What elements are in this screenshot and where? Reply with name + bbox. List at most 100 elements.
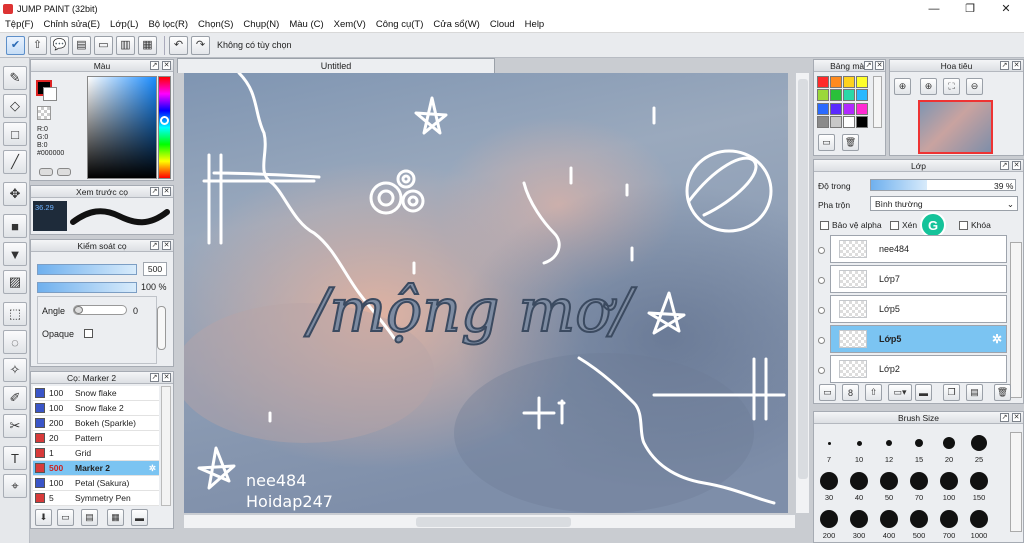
- minimize-button[interactable]: —: [918, 0, 950, 17]
- layer-row[interactable]: Lớp2: [830, 355, 1007, 383]
- palette-swatch[interactable]: [817, 76, 829, 88]
- menu-layer[interactable]: Lớp(L): [105, 19, 143, 30]
- close-button[interactable]: ✕: [990, 0, 1022, 17]
- lasso-select-icon[interactable]: ◌: [3, 330, 27, 354]
- brush-size-dot[interactable]: [850, 472, 868, 490]
- rect-fill-tool-icon[interactable]: ■: [3, 214, 27, 238]
- protect-alpha-option[interactable]: Bảo vệ alpha: [820, 220, 882, 231]
- text-tool-icon[interactable]: T: [3, 446, 27, 470]
- layer-visibility-icon[interactable]: [818, 277, 825, 284]
- brush-item[interactable]: 100 Snow flake: [33, 386, 159, 401]
- menu-tools[interactable]: Công cụ(T): [371, 19, 429, 30]
- palette-swatch[interactable]: [856, 102, 868, 115]
- brush-item[interactable]: 100 Petal (Sakura): [33, 476, 159, 491]
- canvas-horizontal-scrollbar[interactable]: [184, 514, 795, 528]
- palette-swatch[interactable]: [830, 76, 842, 88]
- hue-slider-handle[interactable]: [160, 116, 169, 125]
- magic-wand-icon[interactable]: ✧: [3, 358, 27, 382]
- palette-swatch[interactable]: [830, 115, 842, 128]
- zoom-in-small-icon[interactable]: ⊕: [894, 78, 911, 95]
- new-raster-layer-icon[interactable]: 8: [842, 384, 859, 401]
- blend-mode-select[interactable]: Bình thường ⌄: [870, 196, 1018, 211]
- layer-row-selected[interactable]: Lớp5 ✲: [830, 325, 1007, 353]
- brush-size-dot[interactable]: [915, 439, 923, 447]
- menu-view[interactable]: Xem(V): [329, 19, 371, 30]
- palette-add-icon[interactable]: ▭: [818, 134, 835, 151]
- panel-float-icon[interactable]: ↗: [150, 241, 159, 250]
- zoom-in-icon[interactable]: ⊕: [920, 78, 937, 95]
- add-layer-menu-icon[interactable]: ▭▾: [888, 384, 912, 401]
- eraser-tool-icon[interactable]: ◇: [3, 94, 27, 118]
- brush-folder-icon[interactable]: ▬: [131, 509, 148, 526]
- lock-checkbox[interactable]: [959, 221, 968, 231]
- merge-layer-icon[interactable]: ▤: [966, 384, 983, 401]
- brush-size-dot[interactable]: [970, 472, 988, 490]
- brush-new-icon[interactable]: ▭: [57, 509, 74, 526]
- palette-swatch[interactable]: [830, 89, 842, 102]
- palette-swatch[interactable]: [830, 102, 842, 115]
- layer-row[interactable]: Lớp5: [830, 295, 1007, 323]
- redo-icon[interactable]: ↷: [191, 35, 210, 55]
- page-icon[interactable]: ▥: [116, 35, 135, 55]
- opaque-checkbox[interactable]: [84, 329, 93, 338]
- brush-size-dot[interactable]: [820, 510, 838, 528]
- brush-size-dot[interactable]: [943, 437, 955, 449]
- layer-visibility-icon[interactable]: [818, 307, 825, 314]
- panel-close-icon[interactable]: ✕: [162, 241, 171, 250]
- document-icon[interactable]: ▭: [94, 35, 113, 55]
- panel-close-icon[interactable]: ✕: [162, 373, 171, 382]
- palette-swatch[interactable]: [856, 89, 868, 102]
- document-tab[interactable]: Untitled: [177, 58, 495, 73]
- palette-scrollbar[interactable]: [873, 76, 882, 128]
- background-color-swatch[interactable]: [43, 87, 57, 101]
- brush-size-dot[interactable]: [880, 472, 898, 490]
- move-tool-icon[interactable]: ✥: [3, 182, 27, 206]
- palette-swatch[interactable]: [817, 115, 829, 128]
- line-tool-icon[interactable]: ╱: [3, 150, 27, 174]
- menu-file[interactable]: Tệp(F): [0, 19, 39, 30]
- brush-item[interactable]: 100 Snow flake 2: [33, 401, 159, 416]
- brush-list-scrollbar[interactable]: [161, 386, 171, 506]
- menu-select[interactable]: Chọn(S): [193, 19, 238, 30]
- layer-list-scrollbar[interactable]: [1010, 242, 1022, 398]
- tablet-mode-icon[interactable]: ✔: [6, 35, 25, 55]
- brush-item[interactable]: 20 Pattern: [33, 431, 159, 446]
- brush-size-dot[interactable]: [827, 441, 831, 445]
- panel-close-icon[interactable]: ✕: [1012, 161, 1021, 170]
- maximize-button[interactable]: ❐: [954, 0, 986, 17]
- palette-swatch[interactable]: [856, 76, 868, 88]
- pen-tool-icon[interactable]: ✎: [3, 66, 27, 90]
- panel-close-icon[interactable]: ✕: [162, 187, 171, 196]
- menu-help[interactable]: Help: [520, 19, 550, 30]
- panel-float-icon[interactable]: ↗: [150, 373, 159, 382]
- layer-folder-icon[interactable]: ▬: [915, 384, 932, 401]
- clip-option[interactable]: Xén: [890, 220, 917, 231]
- brush-settings-gear-icon[interactable]: ✲: [149, 463, 156, 474]
- brush-size-dot[interactable]: [880, 510, 898, 528]
- brush-size-dot[interactable]: [850, 510, 868, 528]
- navigator-thumbnail[interactable]: [918, 100, 993, 154]
- fit-window-icon[interactable]: ⛶: [943, 78, 960, 95]
- palette-delete-icon[interactable]: 🗑: [842, 134, 859, 151]
- grid-icon[interactable]: ▦: [138, 35, 157, 55]
- brush-size-dot[interactable]: [910, 472, 928, 490]
- clip-checkbox[interactable]: [890, 221, 899, 231]
- share-icon[interactable]: ⇧: [28, 35, 47, 55]
- brush-size-dot[interactable]: [856, 440, 862, 446]
- palette-swatch[interactable]: [856, 115, 868, 128]
- horizontal-scroll-thumb[interactable]: [416, 517, 571, 527]
- brush-size-scrollbar[interactable]: [1010, 432, 1022, 532]
- select-eraser-icon[interactable]: ✂: [3, 414, 27, 438]
- brush-size-dot[interactable]: [910, 510, 928, 528]
- palette-swatch[interactable]: [817, 102, 829, 115]
- transparent-color-swatch[interactable]: [37, 106, 51, 120]
- zoom-out-icon[interactable]: ⊖: [966, 78, 983, 95]
- gradient-tool-icon[interactable]: ▨: [3, 270, 27, 294]
- undo-icon[interactable]: ↶: [169, 35, 188, 55]
- rect-select-icon[interactable]: ⬚: [3, 302, 27, 326]
- panel-float-icon[interactable]: ↗: [864, 61, 873, 70]
- brush-item[interactable]: 5 Symmetry Pen: [33, 491, 159, 506]
- select-pen-icon[interactable]: ✐: [3, 386, 27, 410]
- import-layer-icon[interactable]: ⇧: [865, 384, 882, 401]
- angle-slider-handle[interactable]: [74, 306, 83, 314]
